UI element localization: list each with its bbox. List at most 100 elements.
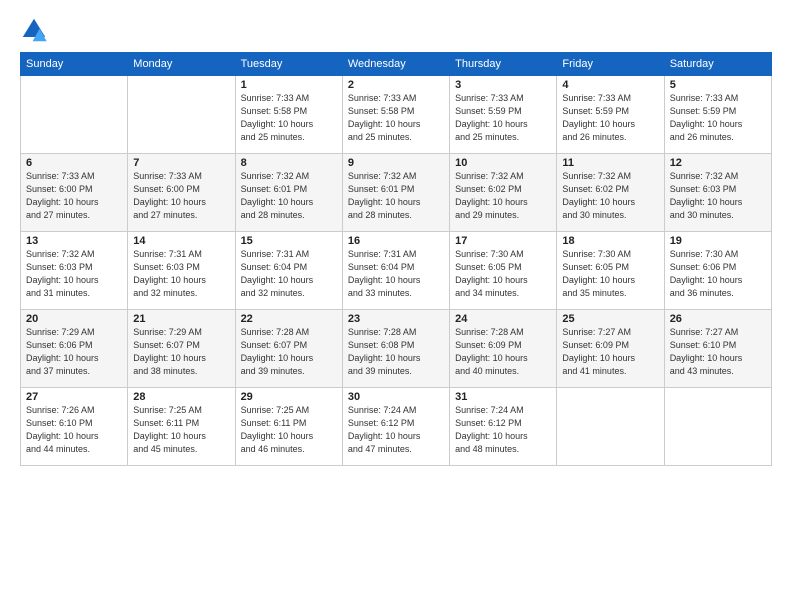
weekday-header-sunday: Sunday [21,53,128,76]
day-number: 3 [455,79,551,91]
week-row-5: 27Sunrise: 7:26 AM Sunset: 6:10 PM Dayli… [21,388,772,466]
day-cell: 19Sunrise: 7:30 AM Sunset: 6:06 PM Dayli… [664,232,771,310]
day-cell: 12Sunrise: 7:32 AM Sunset: 6:03 PM Dayli… [664,154,771,232]
day-info: Sunrise: 7:33 AM Sunset: 5:59 PM Dayligh… [670,92,766,144]
day-info: Sunrise: 7:31 AM Sunset: 6:04 PM Dayligh… [348,248,444,300]
day-cell: 11Sunrise: 7:32 AM Sunset: 6:02 PM Dayli… [557,154,664,232]
weekday-header-saturday: Saturday [664,53,771,76]
day-cell: 18Sunrise: 7:30 AM Sunset: 6:05 PM Dayli… [557,232,664,310]
day-cell [128,76,235,154]
day-info: Sunrise: 7:30 AM Sunset: 6:06 PM Dayligh… [670,248,766,300]
day-number: 7 [133,157,229,169]
day-info: Sunrise: 7:31 AM Sunset: 6:03 PM Dayligh… [133,248,229,300]
day-cell: 30Sunrise: 7:24 AM Sunset: 6:12 PM Dayli… [342,388,449,466]
day-cell: 13Sunrise: 7:32 AM Sunset: 6:03 PM Dayli… [21,232,128,310]
day-info: Sunrise: 7:32 AM Sunset: 6:01 PM Dayligh… [348,170,444,222]
day-cell: 25Sunrise: 7:27 AM Sunset: 6:09 PM Dayli… [557,310,664,388]
weekday-header-thursday: Thursday [450,53,557,76]
weekday-header-monday: Monday [128,53,235,76]
day-info: Sunrise: 7:28 AM Sunset: 6:07 PM Dayligh… [241,326,337,378]
day-info: Sunrise: 7:33 AM Sunset: 5:58 PM Dayligh… [241,92,337,144]
day-number: 31 [455,391,551,403]
day-cell: 28Sunrise: 7:25 AM Sunset: 6:11 PM Dayli… [128,388,235,466]
day-info: Sunrise: 7:25 AM Sunset: 6:11 PM Dayligh… [133,404,229,456]
week-row-3: 13Sunrise: 7:32 AM Sunset: 6:03 PM Dayli… [21,232,772,310]
day-cell: 7Sunrise: 7:33 AM Sunset: 6:00 PM Daylig… [128,154,235,232]
day-number: 15 [241,235,337,247]
day-info: Sunrise: 7:31 AM Sunset: 6:04 PM Dayligh… [241,248,337,300]
day-number: 23 [348,313,444,325]
week-row-1: 1Sunrise: 7:33 AM Sunset: 5:58 PM Daylig… [21,76,772,154]
day-cell [664,388,771,466]
day-cell: 2Sunrise: 7:33 AM Sunset: 5:58 PM Daylig… [342,76,449,154]
weekday-header-tuesday: Tuesday [235,53,342,76]
day-info: Sunrise: 7:33 AM Sunset: 6:00 PM Dayligh… [133,170,229,222]
day-info: Sunrise: 7:27 AM Sunset: 6:10 PM Dayligh… [670,326,766,378]
day-cell: 21Sunrise: 7:29 AM Sunset: 6:07 PM Dayli… [128,310,235,388]
day-info: Sunrise: 7:33 AM Sunset: 5:58 PM Dayligh… [348,92,444,144]
day-number: 4 [562,79,658,91]
day-number: 18 [562,235,658,247]
day-cell: 16Sunrise: 7:31 AM Sunset: 6:04 PM Dayli… [342,232,449,310]
day-cell: 22Sunrise: 7:28 AM Sunset: 6:07 PM Dayli… [235,310,342,388]
day-info: Sunrise: 7:33 AM Sunset: 6:00 PM Dayligh… [26,170,122,222]
day-cell: 26Sunrise: 7:27 AM Sunset: 6:10 PM Dayli… [664,310,771,388]
day-cell: 29Sunrise: 7:25 AM Sunset: 6:11 PM Dayli… [235,388,342,466]
header [20,16,772,44]
day-cell: 6Sunrise: 7:33 AM Sunset: 6:00 PM Daylig… [21,154,128,232]
day-info: Sunrise: 7:28 AM Sunset: 6:08 PM Dayligh… [348,326,444,378]
day-cell: 5Sunrise: 7:33 AM Sunset: 5:59 PM Daylig… [664,76,771,154]
day-number: 2 [348,79,444,91]
day-cell [21,76,128,154]
day-number: 12 [670,157,766,169]
logo-icon [20,16,48,44]
day-number: 19 [670,235,766,247]
day-number: 6 [26,157,122,169]
day-number: 5 [670,79,766,91]
day-info: Sunrise: 7:30 AM Sunset: 6:05 PM Dayligh… [562,248,658,300]
day-info: Sunrise: 7:32 AM Sunset: 6:03 PM Dayligh… [670,170,766,222]
day-number: 30 [348,391,444,403]
day-info: Sunrise: 7:24 AM Sunset: 6:12 PM Dayligh… [348,404,444,456]
day-info: Sunrise: 7:29 AM Sunset: 6:07 PM Dayligh… [133,326,229,378]
weekday-header-friday: Friday [557,53,664,76]
week-row-4: 20Sunrise: 7:29 AM Sunset: 6:06 PM Dayli… [21,310,772,388]
page: SundayMondayTuesdayWednesdayThursdayFrid… [0,0,792,612]
logo [20,16,52,44]
day-number: 16 [348,235,444,247]
day-number: 17 [455,235,551,247]
day-info: Sunrise: 7:32 AM Sunset: 6:02 PM Dayligh… [455,170,551,222]
day-cell: 10Sunrise: 7:32 AM Sunset: 6:02 PM Dayli… [450,154,557,232]
day-cell: 14Sunrise: 7:31 AM Sunset: 6:03 PM Dayli… [128,232,235,310]
day-cell: 1Sunrise: 7:33 AM Sunset: 5:58 PM Daylig… [235,76,342,154]
day-number: 21 [133,313,229,325]
day-cell: 17Sunrise: 7:30 AM Sunset: 6:05 PM Dayli… [450,232,557,310]
day-number: 10 [455,157,551,169]
day-cell: 8Sunrise: 7:32 AM Sunset: 6:01 PM Daylig… [235,154,342,232]
day-info: Sunrise: 7:30 AM Sunset: 6:05 PM Dayligh… [455,248,551,300]
day-cell [557,388,664,466]
day-cell: 24Sunrise: 7:28 AM Sunset: 6:09 PM Dayli… [450,310,557,388]
day-info: Sunrise: 7:26 AM Sunset: 6:10 PM Dayligh… [26,404,122,456]
day-cell: 27Sunrise: 7:26 AM Sunset: 6:10 PM Dayli… [21,388,128,466]
day-info: Sunrise: 7:25 AM Sunset: 6:11 PM Dayligh… [241,404,337,456]
day-cell: 3Sunrise: 7:33 AM Sunset: 5:59 PM Daylig… [450,76,557,154]
day-cell: 23Sunrise: 7:28 AM Sunset: 6:08 PM Dayli… [342,310,449,388]
day-cell: 4Sunrise: 7:33 AM Sunset: 5:59 PM Daylig… [557,76,664,154]
week-row-2: 6Sunrise: 7:33 AM Sunset: 6:00 PM Daylig… [21,154,772,232]
day-number: 8 [241,157,337,169]
day-number: 22 [241,313,337,325]
day-cell: 15Sunrise: 7:31 AM Sunset: 6:04 PM Dayli… [235,232,342,310]
day-number: 24 [455,313,551,325]
day-number: 13 [26,235,122,247]
day-number: 9 [348,157,444,169]
day-number: 29 [241,391,337,403]
weekday-header-wednesday: Wednesday [342,53,449,76]
day-info: Sunrise: 7:33 AM Sunset: 5:59 PM Dayligh… [455,92,551,144]
day-number: 26 [670,313,766,325]
day-info: Sunrise: 7:28 AM Sunset: 6:09 PM Dayligh… [455,326,551,378]
day-info: Sunrise: 7:24 AM Sunset: 6:12 PM Dayligh… [455,404,551,456]
weekday-header-row: SundayMondayTuesdayWednesdayThursdayFrid… [21,53,772,76]
day-cell: 31Sunrise: 7:24 AM Sunset: 6:12 PM Dayli… [450,388,557,466]
day-info: Sunrise: 7:32 AM Sunset: 6:02 PM Dayligh… [562,170,658,222]
